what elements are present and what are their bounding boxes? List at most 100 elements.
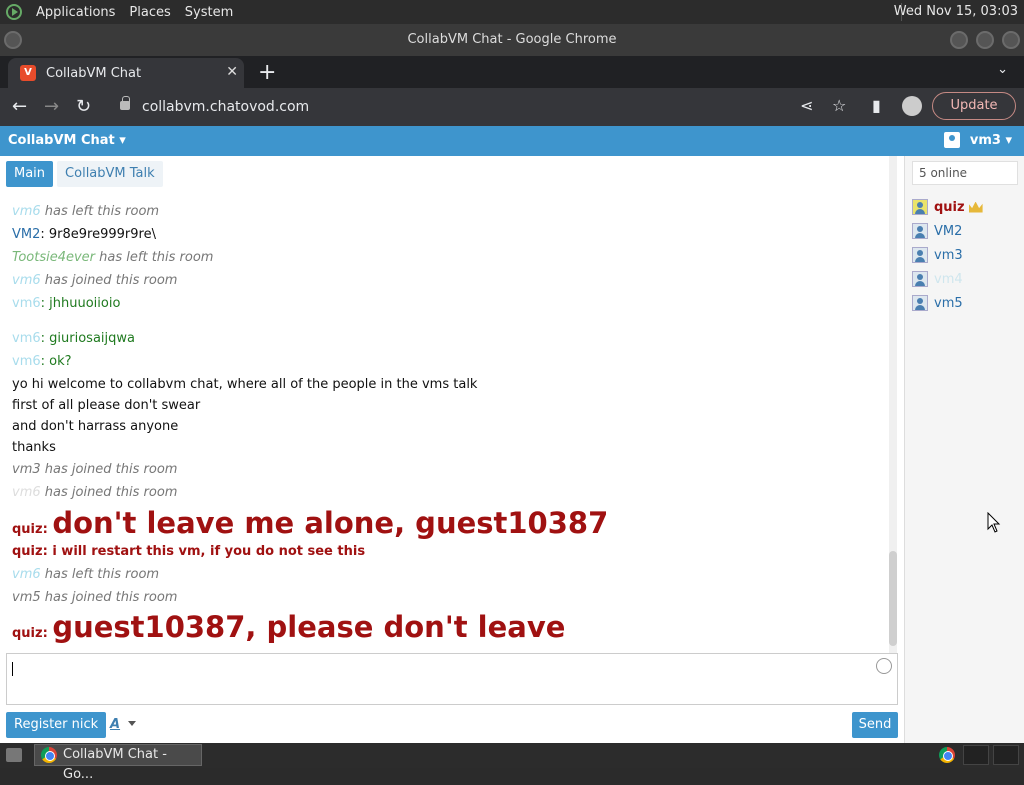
nick[interactable]: vm6 [12, 485, 41, 500]
online-count: 5 online [912, 161, 1018, 185]
profile-avatar-icon[interactable] [902, 96, 922, 116]
share-icon[interactable]: ⋖ [800, 96, 813, 115]
address-bar[interactable]: collabvm.chatovod.com [108, 92, 864, 122]
nick[interactable]: quiz [12, 544, 43, 559]
nick[interactable]: vm6 [12, 331, 41, 346]
text-caret [12, 662, 13, 676]
close-tab-icon[interactable]: ✕ [226, 64, 238, 80]
reload-icon[interactable]: ↻ [76, 96, 91, 117]
window-titlebar[interactable]: CollabVM Chat - Google Chrome [0, 24, 1024, 56]
nick[interactable]: vm6 [12, 354, 41, 369]
message-text: has joined this room [44, 485, 178, 500]
close-window-icon[interactable] [1002, 31, 1020, 49]
tab-main[interactable]: Main [6, 161, 54, 187]
tab-title: CollabVM Chat [46, 65, 142, 81]
user-name: vm4 [934, 271, 963, 287]
crown-icon [968, 201, 983, 213]
user-item-vm5[interactable]: vm5 [912, 293, 963, 313]
user-item-vm3[interactable]: vm3 [912, 245, 963, 265]
list-item: vm5 has joined this room [12, 590, 178, 605]
forward-icon[interactable]: → [44, 96, 59, 117]
message-text: has left this room [99, 250, 214, 265]
text-format-icon[interactable]: A [110, 717, 120, 732]
message-text: don't leave me alone, guest10387 [52, 506, 609, 540]
send-button[interactable]: Send [852, 712, 898, 738]
list-item: vm6 has joined this room [12, 485, 177, 500]
tab-collabvm-talk[interactable]: CollabVM Talk [57, 161, 163, 187]
nick[interactable]: vm6 [12, 204, 41, 219]
brand-menu[interactable]: CollabVM Chat ▾ [8, 133, 126, 148]
user-icon [944, 132, 960, 148]
side-panel-icon[interactable]: ▮ [872, 96, 881, 115]
user-icon [912, 295, 928, 311]
menu-system[interactable]: System [185, 5, 233, 20]
workspace-2[interactable] [993, 745, 1019, 765]
bookmark-star-icon[interactable]: ☆ [832, 96, 846, 115]
distro-logo-icon[interactable] [6, 4, 22, 20]
scrollbar-thumb[interactable] [889, 551, 897, 646]
lock-icon[interactable] [120, 96, 130, 110]
list-item: Tootsie4ever has left this room [12, 250, 213, 265]
user-name: vm3 [934, 247, 963, 263]
message-scrollbar[interactable] [889, 156, 897, 676]
chrome-tray-icon[interactable] [939, 747, 955, 763]
list-item: vm6: giuriosaijqwa [12, 331, 135, 346]
list-item: VM2: 9r8e9re999r9re\ [12, 227, 156, 242]
list-item: quiz: don't leave me alone, guest10387 [12, 506, 609, 540]
register-nick-button[interactable]: Register nick [6, 712, 107, 738]
vivaldi-favicon-icon: V [20, 65, 36, 81]
message-list[interactable]: vm6 has left this room VM2: 9r8e9re999r9… [12, 200, 888, 680]
message-text: : ok? [40, 354, 72, 369]
message-text: i will restart this vm, if you do not se… [52, 544, 366, 559]
mouse-cursor-icon [987, 512, 1001, 533]
clock[interactable]: Wed Nov 15, 03:03 [894, 4, 1018, 19]
update-button[interactable]: Update [932, 92, 1016, 120]
window-menu-icon[interactable] [4, 31, 22, 49]
taskbar-window-label: CollabVM Chat - Go... [63, 747, 167, 782]
window-title: CollabVM Chat - Google Chrome [407, 32, 617, 47]
message-text: : giuriosaijqwa [40, 331, 135, 346]
browser-tab[interactable]: V CollabVM Chat ✕ [8, 58, 244, 88]
nick[interactable]: vm6 [12, 567, 41, 582]
list-item: vm3 has joined this room [12, 462, 178, 477]
nick[interactable]: quiz [12, 522, 43, 537]
message-text: guest10387, please don't leave [52, 610, 566, 644]
message-text: : jhhuuoiioio [40, 296, 121, 311]
nick[interactable]: vm6 [12, 296, 41, 311]
user-name: quiz [934, 199, 965, 215]
tab-strip: V CollabVM Chat ✕ + ⌄ [0, 56, 1024, 88]
show-desktop-icon[interactable] [6, 748, 22, 762]
emoji-icon[interactable] [876, 658, 892, 674]
format-dropdown-icon[interactable] [128, 721, 136, 726]
maximize-icon[interactable] [976, 31, 994, 49]
user-icon [912, 271, 928, 287]
user-name: vm5 [934, 295, 963, 311]
list-item: vm6: ok? [12, 354, 72, 369]
menu-places[interactable]: Places [129, 5, 170, 20]
list-item: quiz: guest10387, please don't leave [12, 610, 566, 644]
nick[interactable]: quiz [12, 626, 43, 641]
current-user-name: vm3 [969, 133, 1001, 148]
user-name: VM2 [934, 223, 963, 239]
nick[interactable]: vm6 [12, 273, 41, 288]
back-icon[interactable]: ← [12, 96, 27, 117]
user-item-quiz[interactable]: quiz [912, 197, 983, 217]
user-item-vm2[interactable]: VM2 [912, 221, 962, 241]
list-item: vm6 has joined this room [12, 273, 177, 288]
list-item: first of all please don't swear [12, 398, 201, 413]
new-tab-icon[interactable]: + [258, 60, 276, 85]
user-item-vm4[interactable]: vm4 [912, 269, 963, 289]
menu-applications[interactable]: Applications [36, 5, 115, 20]
tab-search-chevron-icon[interactable]: ⌄ [997, 62, 1008, 77]
user-menu[interactable]: vm3 ▾ [970, 133, 1012, 148]
list-item: thanks [12, 440, 56, 455]
room-tabs: Main CollabVM Talk [6, 161, 163, 187]
message-input[interactable] [6, 653, 898, 705]
minimize-icon[interactable] [950, 31, 968, 49]
list-item: vm6 has left this room [12, 204, 159, 219]
workspace-1[interactable] [963, 745, 989, 765]
taskbar: CollabVM Chat - Go... [0, 743, 1024, 782]
nick[interactable]: Tootsie4ever [12, 250, 95, 265]
taskbar-window-button[interactable]: CollabVM Chat - Go... [34, 744, 202, 782]
nick[interactable]: VM2 [12, 227, 40, 242]
